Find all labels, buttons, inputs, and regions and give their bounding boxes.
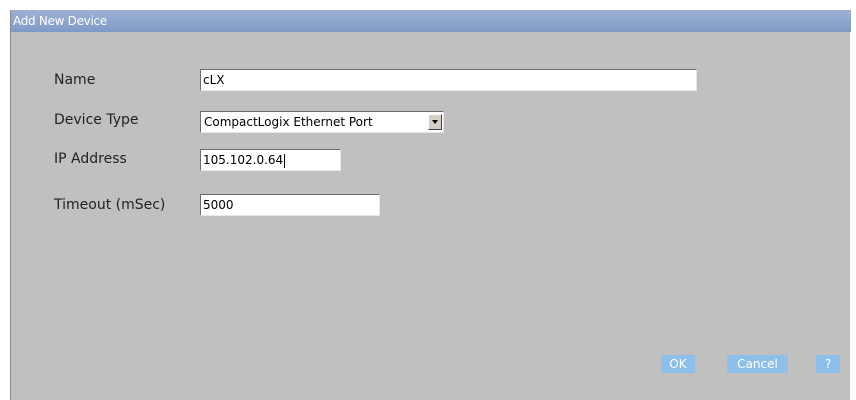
text-caret bbox=[284, 153, 286, 168]
dialog-title-bar: Add New Device bbox=[11, 10, 851, 32]
dialog-title: Add New Device bbox=[13, 14, 107, 28]
device-type-select[interactable]: CompactLogix Ethernet Port bbox=[200, 111, 444, 133]
ok-button[interactable]: OK bbox=[661, 355, 695, 373]
device-type-label: Device Type bbox=[54, 112, 139, 128]
help-button[interactable]: ? bbox=[816, 355, 840, 373]
name-input[interactable]: cLX bbox=[200, 69, 697, 91]
ip-address-input[interactable]: 105.102.0.64 bbox=[200, 149, 341, 171]
device-type-selected-value: CompactLogix Ethernet Port bbox=[204, 115, 373, 129]
timeout-label: Timeout (mSec) bbox=[54, 197, 166, 213]
ip-address-input-value: 105.102.0.64 bbox=[203, 153, 284, 167]
timeout-input-value: 5000 bbox=[203, 198, 234, 212]
timeout-input[interactable]: 5000 bbox=[200, 194, 380, 216]
dropdown-arrow-icon[interactable] bbox=[428, 114, 442, 130]
cancel-button[interactable]: Cancel bbox=[727, 355, 788, 373]
ip-address-label: IP Address bbox=[54, 151, 127, 167]
add-device-dialog: Add New Device Name cLX Device Type Comp… bbox=[10, 10, 851, 400]
name-label: Name bbox=[54, 72, 96, 88]
name-input-value: cLX bbox=[203, 73, 225, 87]
